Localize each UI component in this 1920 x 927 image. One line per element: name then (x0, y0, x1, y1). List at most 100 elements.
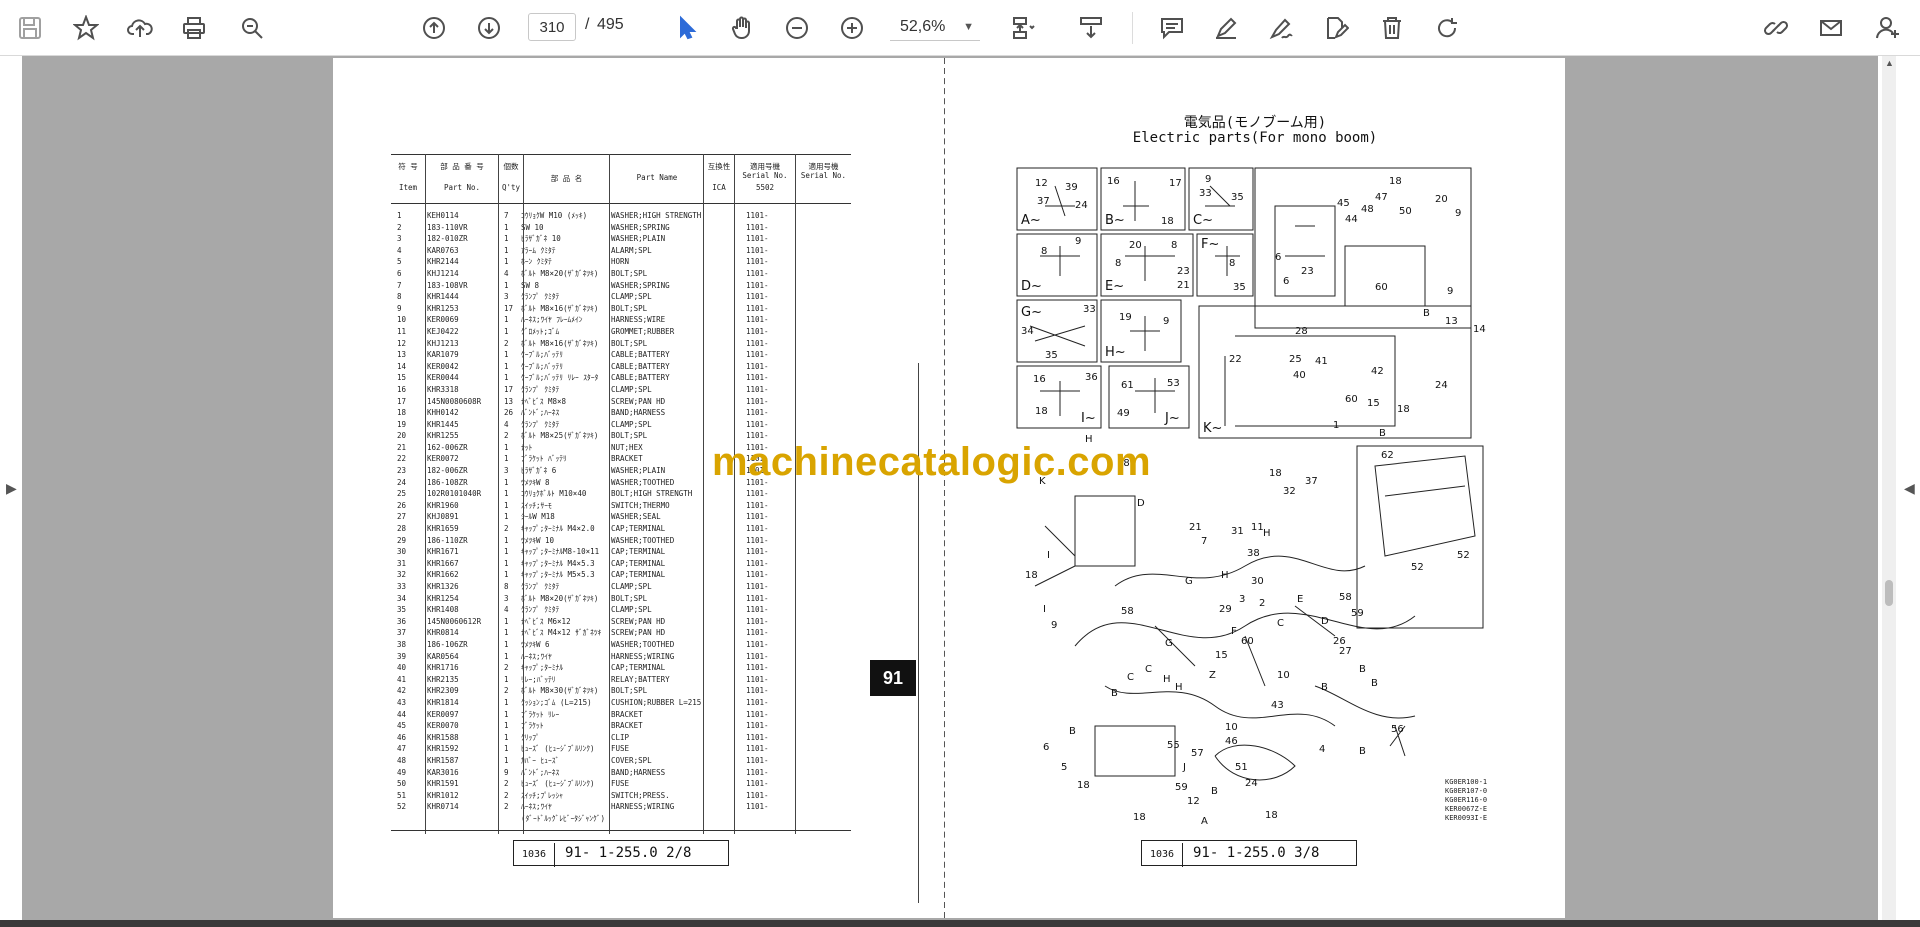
svg-text:60: 60 (1375, 282, 1388, 293)
row-serial: 1101- (746, 779, 769, 789)
table-row: 35 KHR1408 4 ｸﾗﾝﾌﾟ ｸﾐﾀﾃ CLAMP;SPL 1101- (391, 604, 851, 616)
zoom-level-select[interactable]: 52,6% ▼ (890, 13, 980, 41)
hand-tool-icon[interactable] (726, 12, 758, 44)
row-part-name-en: HARNESS;WIRE (611, 315, 666, 325)
find-zoom-icon[interactable] (236, 12, 268, 44)
bookmark-star-icon[interactable] (70, 12, 102, 44)
svg-text:H: H (1263, 528, 1271, 539)
expand-left-panel-icon[interactable]: ▶ (6, 480, 17, 497)
row-item: 5 (397, 257, 402, 267)
row-part-name-jp: ｷｬｯﾌﾟ;ﾀｰﾐﾅﾙ (521, 663, 564, 673)
svg-text:7: 7 (1201, 536, 1207, 547)
table-row: 12 KHJ1213 2 ﾎﾞﾙﾄ M8×16(ｻﾞｶﾞﾈﾂｷ) BOLT;SPL 110… (391, 338, 851, 350)
svg-text:51: 51 (1235, 762, 1248, 773)
share-link-icon[interactable] (1760, 12, 1792, 44)
svg-text:1: 1 (1333, 420, 1339, 431)
row-quantity: 4 (504, 605, 509, 615)
table-row: 37 KHR0814 1 ﾅﾍﾞﾋﾞｽ M4×12 ｻﾞｶﾞﾈﾂｷ SCREW;PAN … (391, 627, 851, 639)
print-icon[interactable] (178, 12, 210, 44)
zoom-in-icon[interactable] (836, 12, 868, 44)
row-part-name-jp: ﾋｭｰｽﾞ (ﾋｭｰｼﾞﾌﾞﾙﾘﾝｸ) (521, 744, 595, 754)
page-number-input[interactable]: 310 (528, 13, 576, 41)
row-part-number: KHJ1214 (427, 268, 459, 278)
row-part-name-en: SWITCH;THERMO (611, 500, 670, 510)
highlight-pen-icon[interactable] (1210, 12, 1242, 44)
comment-icon[interactable] (1156, 12, 1188, 44)
diagram-code: KG0ER116-0 (1445, 796, 1488, 804)
row-item: 9 (397, 303, 402, 313)
row-item: 27 (397, 512, 407, 522)
zoom-level-value: 52,6% (900, 18, 946, 35)
email-icon[interactable] (1815, 12, 1847, 44)
page-footer-label: 1036 91- 1-255.0 2/8 (513, 840, 729, 867)
svg-text:50: 50 (1399, 206, 1412, 217)
row-item: 19 (397, 419, 407, 429)
svg-text:A: A (1201, 816, 1208, 826)
svg-text:61: 61 (1121, 380, 1134, 391)
svg-text:20: 20 (1435, 194, 1448, 205)
page-fit-icon[interactable] (1003, 12, 1043, 44)
view-label: J~ (1164, 411, 1180, 426)
row-part-name-en: CLIP (611, 732, 630, 742)
row-serial: 1101- (746, 292, 769, 302)
row-part-name-jp: ｷｬｯﾌﾟ;ﾀｰﾐﾅﾙ M4×5.3 (521, 558, 595, 568)
row-quantity: 1 (504, 477, 509, 487)
draw-freehand-icon[interactable] (1265, 12, 1297, 44)
row-part-name-jp: ﾊｰﾈｽ;ﾜｲﾔ (521, 802, 552, 812)
select-cursor-icon[interactable] (671, 12, 703, 44)
row-quantity: 2 (504, 779, 509, 789)
row-quantity: 1 (504, 361, 509, 371)
row-quantity: 4 (504, 419, 509, 429)
table-row: 28 KHR1659 2 ｷｬｯﾌﾟ;ﾀｰﾐﾅﾙ M4×2.0 CAP;TERMINAL… (391, 523, 851, 535)
next-page-icon[interactable] (473, 12, 505, 44)
row-part-number: KHR2135 (427, 674, 459, 684)
row-part-name-en: BAND;HARNESS (611, 408, 666, 418)
edit-text-icon[interactable] (1320, 12, 1352, 44)
row-quantity: 1 (504, 744, 509, 754)
scrolling-mode-icon[interactable] (1075, 12, 1107, 44)
table-row: 19 KHR1445 4 ｸﾗﾝﾌﾟ ｸﾐﾀﾃ CLAMP;SPL 1101- (391, 419, 851, 431)
watermark-text: machinecatalogic.com (712, 440, 1152, 484)
row-quantity: 2 (504, 790, 509, 800)
row-serial: 1101- (746, 257, 769, 267)
table-row: 8 KHR1444 3 ｸﾗﾝﾌﾟ ｸﾐﾀﾃ CLAMP;SPL 1101- (391, 291, 851, 303)
expand-right-panel-icon[interactable]: ◀ (1904, 480, 1915, 497)
row-part-number: KHR1716 (427, 663, 459, 673)
header-serial1-value: 5502 (755, 183, 775, 192)
header-serial1-en: Serial No. (742, 171, 788, 180)
scroll-up-icon[interactable]: ▲ (1885, 58, 1894, 68)
row-part-name-en: CLAMP;SPL (611, 384, 652, 394)
row-part-name-jp: ｸﾗﾝﾌﾟ ｸﾐﾀﾃ (521, 582, 560, 591)
row-serial: 1101- (746, 744, 769, 754)
previous-page-icon[interactable] (418, 12, 450, 44)
svg-text:49: 49 (1117, 408, 1130, 419)
svg-text:47: 47 (1375, 192, 1388, 203)
row-item: 7 (397, 280, 402, 290)
svg-text:18: 18 (1025, 570, 1038, 581)
row-item: 47 (397, 744, 407, 754)
scrollbar-thumb[interactable] (1885, 580, 1893, 606)
svg-text:5: 5 (1061, 762, 1067, 773)
bottom-bar (0, 920, 1920, 927)
row-part-name-jp: SW 10 (521, 222, 544, 232)
svg-text:14: 14 (1473, 324, 1486, 335)
row-part-name-jp: ｺｳﾘｮｸW M10 (ﾒｯｷ) (521, 211, 588, 220)
svg-text:I: I (1043, 604, 1046, 615)
vertical-scrollbar[interactable] (1882, 56, 1896, 920)
row-serial: 1101- (746, 767, 769, 777)
delete-trash-icon[interactable] (1376, 12, 1408, 44)
row-serial: 1101- (746, 802, 769, 812)
upload-cloud-icon[interactable] (124, 12, 156, 44)
rotate-icon[interactable] (1431, 12, 1463, 44)
row-part-name-en: CABLE;BATTERY (611, 361, 670, 371)
header-item-en: Item (398, 183, 418, 192)
svg-text:9: 9 (1075, 236, 1081, 247)
row-part-name-en: WASHER;PLAIN (611, 234, 666, 244)
view-label: F~ (1201, 237, 1219, 252)
row-part-number: KHR1671 (427, 547, 459, 557)
table-row: 2 183-110VR 1 SW 10 WASHER;SPRING 1101- (391, 222, 851, 234)
zoom-out-icon[interactable] (781, 12, 813, 44)
save-icon[interactable] (14, 12, 46, 44)
row-part-number: KHR1253 (427, 303, 459, 313)
add-user-icon[interactable] (1872, 12, 1904, 44)
